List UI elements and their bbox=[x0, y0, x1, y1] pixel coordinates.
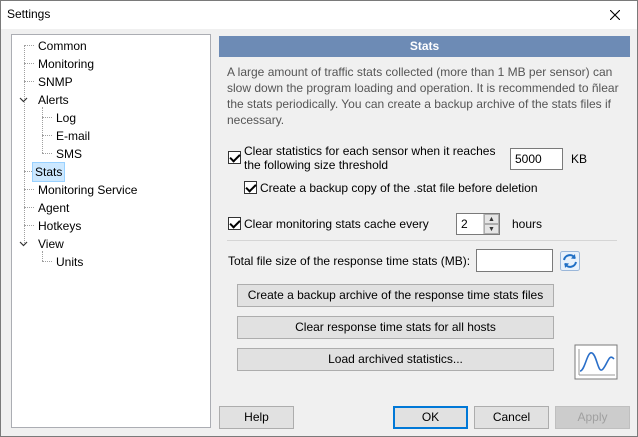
load-archived-stats-button[interactable]: Load archived statistics... bbox=[237, 348, 554, 371]
tree-item-sms[interactable]: SMS bbox=[52, 144, 86, 162]
tree-item-agent[interactable]: Agent bbox=[34, 198, 73, 216]
tree-item-stats[interactable]: Stats bbox=[32, 162, 66, 182]
settings-tree[interactable]: Common Monitoring SNMP Alerts Log E-mail… bbox=[11, 34, 211, 428]
spin-down-icon[interactable]: ▼ bbox=[484, 224, 499, 234]
chevron-down-icon[interactable] bbox=[19, 95, 29, 105]
close-button[interactable] bbox=[593, 1, 637, 29]
settings-window: Settings Common Monitoring SNMP Alerts L… bbox=[0, 0, 638, 437]
help-button[interactable]: Help bbox=[219, 406, 294, 429]
refresh-icon[interactable] bbox=[560, 251, 580, 271]
clear-response-stats-button[interactable]: Clear response time stats for all hosts bbox=[237, 316, 554, 339]
tree-item-monitoring-service[interactable]: Monitoring Service bbox=[34, 180, 141, 198]
chart-icon bbox=[574, 344, 618, 380]
tree-item-common[interactable]: Common bbox=[34, 36, 91, 54]
close-icon bbox=[610, 10, 620, 20]
chevron-down-icon[interactable] bbox=[19, 239, 29, 249]
ok-button[interactable]: OK bbox=[393, 406, 468, 429]
window-title: Settings bbox=[7, 7, 51, 21]
tree-item-units[interactable]: Units bbox=[52, 252, 87, 270]
cache-hours-stepper[interactable]: ▲ ▼ bbox=[483, 214, 499, 234]
create-backup-archive-button[interactable]: Create a backup archive of the response … bbox=[237, 284, 554, 307]
backup-copy-label: Create a backup copy of the .stat file b… bbox=[260, 181, 538, 195]
cancel-button[interactable]: Cancel bbox=[474, 406, 549, 429]
stats-description: A large amount of traffic stats collecte… bbox=[227, 65, 619, 127]
size-threshold-input[interactable]: 5000 bbox=[510, 148, 563, 170]
tree-item-hotkeys[interactable]: Hotkeys bbox=[34, 216, 85, 234]
tree-item-email[interactable]: E-mail bbox=[52, 126, 94, 144]
total-size-field bbox=[476, 249, 553, 272]
tree-item-snmp[interactable]: SNMP bbox=[34, 72, 77, 90]
clear-cache-checkbox[interactable] bbox=[228, 217, 241, 230]
total-size-label: Total file size of the response time sta… bbox=[228, 254, 471, 268]
tree-item-view[interactable]: View bbox=[34, 234, 68, 252]
hours-unit-label: hours bbox=[512, 217, 543, 231]
backup-copy-checkbox[interactable] bbox=[244, 181, 257, 194]
clear-threshold-label: Clear statistics for each sensor when it… bbox=[244, 144, 496, 172]
spin-up-icon[interactable]: ▲ bbox=[484, 214, 499, 224]
tree-item-monitoring[interactable]: Monitoring bbox=[34, 54, 98, 72]
tree-item-alerts[interactable]: Alerts bbox=[34, 90, 73, 108]
clear-cache-label: Clear monitoring stats cache every bbox=[244, 217, 429, 231]
tree-item-log[interactable]: Log bbox=[52, 108, 80, 126]
size-unit-label: KB bbox=[571, 152, 588, 166]
title-bar: Settings bbox=[1, 1, 637, 29]
separator bbox=[227, 240, 617, 241]
apply-button[interactable]: Apply bbox=[555, 406, 630, 429]
clear-threshold-checkbox[interactable] bbox=[228, 151, 241, 164]
panel-header: Stats bbox=[219, 36, 630, 57]
